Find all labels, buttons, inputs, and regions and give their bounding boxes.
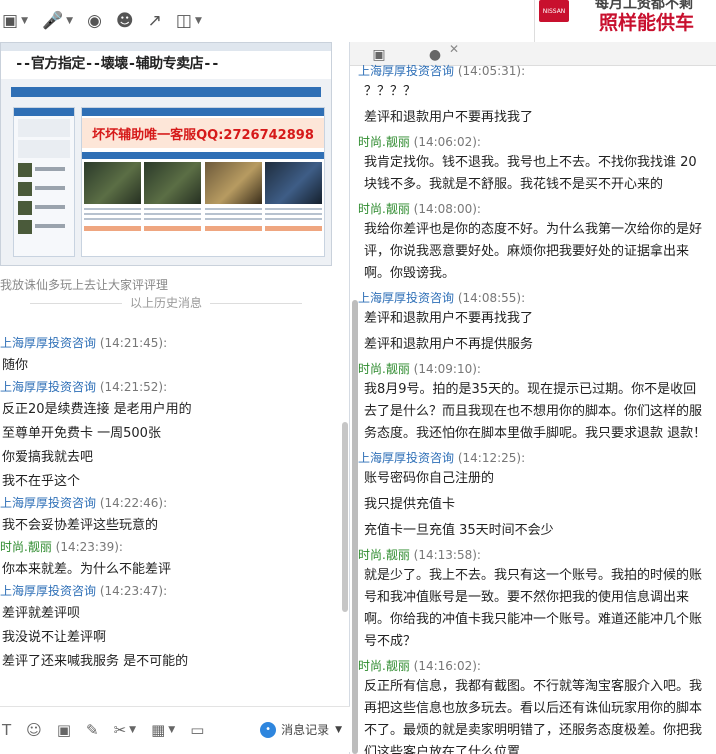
brand-logo: NISSAN (539, 0, 569, 22)
message-text: 反正20是续费连接 是老用户用的 (2, 402, 192, 417)
chat-toolbar: ▣ ▼ 🎤 ▼ ◉ ☻ ↗ ◫ ▼ (0, 0, 534, 42)
edit-icon[interactable]: ✎ (86, 721, 99, 739)
message-text: 差评和退款用户不要再找我了 (364, 311, 534, 326)
sender-name[interactable]: 上海厚厚投资咨询 (358, 451, 454, 465)
sender-name[interactable]: 时尚.靓丽 (358, 362, 410, 376)
sender-name[interactable]: 时尚.靓丽 (0, 540, 52, 554)
message-header: 时尚.靓丽 (14:23:39): (0, 538, 340, 555)
history-separator: 以上历史消息 (0, 294, 332, 311)
message-time: (14:23:47): (99, 584, 168, 598)
message-header: 上海厚厚投资咨询 (14:21:52): (0, 378, 340, 395)
message-time: (14:21:52): (99, 380, 168, 394)
message-time: (14:08:55): (457, 291, 526, 305)
message-record-panel: ▣ ● ✕ 上海厚厚投资咨询 (14:05:31):？？？？ 差评和退款用户不要再… (350, 42, 716, 754)
remote-assist-icon[interactable]: ◫ ▼ (176, 11, 202, 31)
qq-ad-text: 坏坏辅助唯一客服QQ:2726742898 (82, 118, 324, 148)
message-text: 随你 (2, 358, 29, 373)
message-time: (14:16:02): (413, 659, 481, 673)
chat-window: ▣ ▼ 🎤 ▼ ◉ ☻ ↗ ◫ ▼ NISSAN 每月工资都不剩 照样能供车 --官方… (0, 0, 716, 754)
scrollbar[interactable] (352, 300, 358, 754)
image-icon[interactable]: ▣ (57, 721, 71, 739)
message-text: 我给你差评也是你的态度不好。为什么我第一次给你的是好评，你说我恶意要好处。麻烦你… (364, 222, 703, 281)
message-text: 我没说不让差评啊 (2, 630, 107, 645)
message-time: (14:06:02): (413, 135, 481, 149)
chevron-down-icon: ▼ (335, 724, 342, 735)
message-text: 反正所有信息，我都有截图。不行就等淘宝客服介入吧。我再把这些信息也放多玩去。看以… (364, 679, 703, 754)
message-header: 时尚.靓丽 (14:16:02): (358, 657, 713, 674)
message-text: 充值卡一旦充值 35天时间不会少 (364, 523, 554, 538)
message-text: 差评和退款用户不再提供服务 (364, 337, 534, 352)
message-time: (14:08:00): (413, 202, 481, 216)
message-time: (14:22:46): (99, 496, 168, 510)
sender-name[interactable]: 时尚.靓丽 (358, 202, 410, 216)
message-time: (14:05:31): (457, 64, 526, 78)
sender-name[interactable]: 时尚.靓丽 (358, 659, 410, 673)
font-icon[interactable]: T (2, 721, 11, 739)
shared-screenshot-image[interactable]: --官方指定--壊壊-辅助专卖店-- 坏坏辅助唯一客服QQ:2726742898 (0, 42, 332, 266)
sender-name[interactable]: 上海厚厚投资咨询 (358, 291, 454, 305)
message-header: 时尚.靓丽 (14:13:58): (358, 546, 713, 563)
sender-name[interactable]: 上海厚厚投资咨询 (0, 584, 96, 598)
sender-name[interactable]: 上海厚厚投资咨询 (0, 336, 96, 350)
microphone-icon[interactable]: 🎤 ▼ (42, 11, 73, 31)
shop-banner-text: --官方指定--壊壊-辅助专卖店-- (1, 51, 331, 79)
message-time: (14:09:10): (413, 362, 481, 376)
message-text: 就是少了。我上不去。我只有这一个账号。我拍的时候的账号和我冲值账号是一致。要不然… (364, 568, 703, 649)
message-header: 时尚.靓丽 (14:06:02): (358, 133, 713, 150)
message-record-button[interactable]: • 消息记录 ▼ (260, 721, 342, 738)
sender-name[interactable]: 上海厚厚投资咨询 (358, 64, 454, 78)
sender-name[interactable]: 时尚.靓丽 (358, 548, 410, 562)
sender-name[interactable]: 时尚.靓丽 (358, 135, 410, 149)
ad-slogan-main: 照样能供车 (599, 12, 695, 34)
message-time: (14:13:58): (413, 548, 481, 562)
shop-main: 坏坏辅助唯一客服QQ:2726742898 (81, 107, 325, 257)
message-text: 我不在乎这个 (2, 474, 81, 489)
message-text: 账号密码你自己注册的 (364, 471, 495, 486)
message-text: 你本来就差。为什么不能差评 (2, 562, 172, 577)
message-header: 时尚.靓丽 (14:08:00): (358, 200, 713, 217)
message-text: 差评了还来喊我服务 是不可能的 (2, 654, 189, 669)
message-header: 上海厚厚投资咨询 (14:08:55): (358, 289, 713, 306)
input-toolbar: T ☺ ▣ ✎ ✂ ▼ ▦ ▼ ▭ • 消息记录 ▼ (0, 706, 350, 752)
close-icon[interactable]: ✕ (449, 42, 459, 56)
message-header: 上海厚厚投资咨询 (14:21:45): (0, 334, 340, 351)
record-message-list: 上海厚厚投资咨询 (14:05:31):？？？？ 差评和退款用户不要再找我了 时尚.… (358, 62, 713, 754)
table-icon[interactable]: ▦ ▼ (151, 721, 175, 739)
message-text: 差评和退款用户不要再找我了 (364, 110, 534, 125)
message-text: 我肯定找你。钱不退我。我号也上不去。不找你我找谁 20块钱不多。我就是不舒服。我… (364, 155, 697, 192)
message-header: 上海厚厚投资咨询 (14:05:31): (358, 62, 713, 79)
contacts-icon[interactable]: ☻ (116, 11, 134, 31)
ad-banner[interactable]: NISSAN 每月工资都不剩 照样能供车 (534, 0, 716, 42)
sender-name[interactable]: 上海厚厚投资咨询 (0, 380, 96, 394)
message-header: 时尚.靓丽 (14:09:10): (358, 360, 713, 377)
left-message-list: 上海厚厚投资咨询 (14:21:45): 随你 上海厚厚投资咨询 (14:21:52… (0, 334, 340, 674)
camera-icon[interactable]: ◉ (87, 11, 102, 31)
message-header: 上海厚厚投资咨询 (14:22:46): (0, 494, 340, 511)
message-record-label: 消息记录 (281, 723, 330, 737)
message-header: 上海厚厚投资咨询 (14:12:25): (358, 449, 713, 466)
message-text: 我不会妥协差评这些玩意的 (2, 518, 159, 533)
emoji-icon[interactable]: ☺ (26, 721, 42, 739)
message-time: (14:12:25): (457, 451, 526, 465)
share-screen-icon[interactable]: ↗ (148, 11, 162, 31)
clock-icon: • (260, 721, 277, 738)
message-header: 上海厚厚投资咨询 (14:23:47): (0, 582, 340, 599)
message-text: 我8月9号。拍的是35天的。现在提示已过期。你不是收回去了是什么？而且我现在也不… (364, 382, 707, 441)
message-text: 至尊单开免费卡 一周500张 (2, 426, 161, 441)
scissors-icon[interactable]: ✂ ▼ (114, 721, 137, 739)
chat-history-panel: --官方指定--壊壊-辅助专卖店-- 坏坏辅助唯一客服QQ:2726742898… (0, 42, 350, 754)
message-text: ？？？？ (364, 84, 417, 99)
file-transfer-icon[interactable]: ▣ ▼ (2, 11, 28, 31)
message-text: 你爱搞我就去吧 (2, 450, 94, 465)
sender-name[interactable]: 上海厚厚投资咨询 (0, 496, 96, 510)
shop-sidebar (13, 107, 75, 257)
history-note: 我放诛仙多玩上去让大家评评理 (0, 278, 169, 292)
message-time: (14:21:45): (99, 336, 168, 350)
message-time: (14:23:39): (55, 540, 123, 554)
message-text: 差评就差评呗 (2, 606, 81, 621)
message-text: 我只提供充值卡 (364, 497, 456, 512)
screen-record-icon[interactable]: ▭ (190, 721, 204, 739)
scrollbar[interactable] (342, 422, 348, 612)
